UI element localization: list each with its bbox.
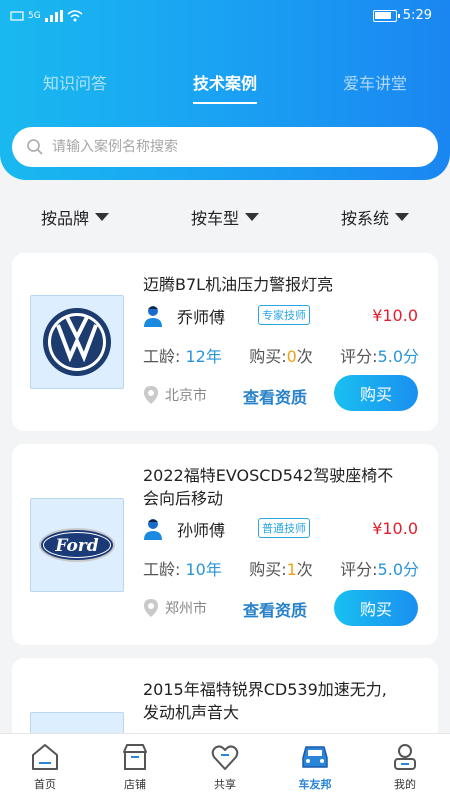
filter-model-label: 按车型 — [190, 209, 239, 228]
nav-profile-label: 我的 — [394, 778, 416, 791]
case-title-line1: 2022福特EVOSCD542驾驶座椅不 — [143, 466, 394, 485]
rating: 评分:5.0分 — [340, 560, 419, 579]
nav-store-label: 店铺 — [124, 778, 146, 791]
case-price: ¥10.0 — [372, 519, 418, 538]
status-indicators: 5G — [10, 10, 83, 22]
view-qualification-link[interactable]: 查看资质 — [243, 597, 307, 621]
search-bar — [12, 127, 438, 167]
technician-level-badge: 普通技师 — [258, 518, 310, 538]
case-stats: 工龄: 10年 购买:1次 评分:5.0分 — [143, 556, 419, 580]
case-title-line1: 2015年福特锐界CD539加速无力, — [143, 680, 387, 699]
bottom-navigation: 首页 店铺 共享 车友邦 我的 — [0, 733, 450, 800]
network-type: 5G — [28, 11, 41, 21]
volkswagen-logo-icon — [43, 308, 111, 376]
car-icon — [302, 746, 328, 768]
filter-row: 按品牌 按车型 按系统 — [0, 205, 450, 229]
status-right: 5:29 — [372, 8, 432, 23]
caret-down-icon — [395, 213, 409, 221]
brand-logo-box: Ford — [30, 498, 124, 592]
filter-model[interactable]: 按车型 — [150, 205, 300, 229]
case-title: 迈腾B7L机油压力警报灯亮 — [143, 275, 334, 294]
store-icon — [123, 744, 147, 770]
signal-icon — [44, 10, 63, 22]
caret-down-icon — [95, 213, 109, 221]
search-input[interactable] — [52, 139, 412, 155]
purchase-count: 购买:0次 — [249, 347, 313, 366]
status-bar: 5G 5:29 — [0, 0, 450, 34]
case-price: ¥10.0 — [372, 306, 418, 325]
nav-home-label: 首页 — [34, 778, 56, 791]
filter-brand-label: 按品牌 — [40, 209, 89, 228]
location-city: 北京市 — [165, 388, 207, 404]
work-years: 工龄: 12年 — [143, 347, 222, 366]
location-pin-icon — [144, 386, 158, 404]
case-title-line2: 发动机声音大 — [143, 703, 240, 722]
home-icon — [32, 744, 58, 770]
case-card[interactable]: Ford 2022福特EVOSCD542驾驶座椅不 会向后移动 孙师傅 普通技师… — [12, 444, 438, 645]
buy-button[interactable]: 购买 — [334, 590, 418, 626]
case-card[interactable]: 迈腾B7L机油压力警报灯亮 乔师傅 专家技师 ¥10.0 工龄: 12年 购买:… — [12, 253, 438, 431]
nav-share[interactable]: 共享 — [180, 734, 270, 800]
tab-tech-cases[interactable]: 技术案例 — [150, 70, 300, 104]
nav-car-friends-label: 车友邦 — [298, 778, 332, 791]
case-title: 2015年福特锐界CD539加速无力, 发动机声音大 — [143, 678, 387, 724]
work-years: 工龄: 10年 — [143, 560, 222, 579]
case-stats: 工龄: 12年 购买:0次 评分:5.0分 — [143, 343, 419, 367]
search-icon — [27, 139, 43, 155]
nav-profile[interactable]: 我的 — [360, 734, 450, 800]
share-heart-icon — [211, 745, 239, 770]
caret-down-icon — [245, 213, 259, 221]
profile-icon — [394, 744, 416, 770]
filter-system[interactable]: 按系统 — [300, 205, 450, 229]
top-tabs: 知识问答 技术案例 爱车讲堂 — [0, 70, 450, 104]
purchase-count: 购买:1次 — [249, 560, 313, 579]
technician-level-badge: 专家技师 — [258, 305, 310, 325]
technician-avatar-icon — [144, 306, 162, 327]
buy-button[interactable]: 购买 — [334, 375, 418, 411]
brand-logo-box — [30, 295, 124, 389]
view-qualification-link[interactable]: 查看资质 — [243, 384, 307, 408]
location: 北京市 — [143, 385, 207, 405]
location: 郑州市 — [143, 598, 207, 618]
nav-store[interactable]: 店铺 — [90, 734, 180, 800]
technician-name: 乔师傅 — [177, 308, 226, 327]
technician-name: 孙师傅 — [177, 521, 226, 540]
battery-icon — [372, 9, 400, 22]
filter-brand[interactable]: 按品牌 — [0, 205, 150, 229]
location-city: 郑州市 — [165, 601, 207, 617]
svg-text:Ford: Ford — [54, 536, 98, 556]
nav-home[interactable]: 首页 — [0, 734, 90, 800]
case-title-line2: 会向后移动 — [143, 489, 224, 508]
sim-icon — [10, 11, 24, 21]
technician-avatar-icon — [144, 519, 162, 540]
case-title: 2022福特EVOSCD542驾驶座椅不 会向后移动 — [143, 464, 393, 510]
tab-car-lectures[interactable]: 爱车讲堂 — [300, 70, 450, 104]
wifi-icon — [67, 10, 83, 22]
rating: 评分:5.0分 — [340, 347, 419, 366]
location-pin-icon — [144, 599, 158, 617]
clock: 5:29 — [402, 8, 432, 23]
nav-share-label: 共享 — [214, 778, 236, 791]
filter-system-label: 按系统 — [340, 209, 389, 228]
ford-logo-icon: Ford — [39, 528, 115, 562]
nav-car-friends[interactable]: 车友邦 — [270, 734, 360, 800]
tab-knowledge-qa[interactable]: 知识问答 — [0, 70, 150, 104]
